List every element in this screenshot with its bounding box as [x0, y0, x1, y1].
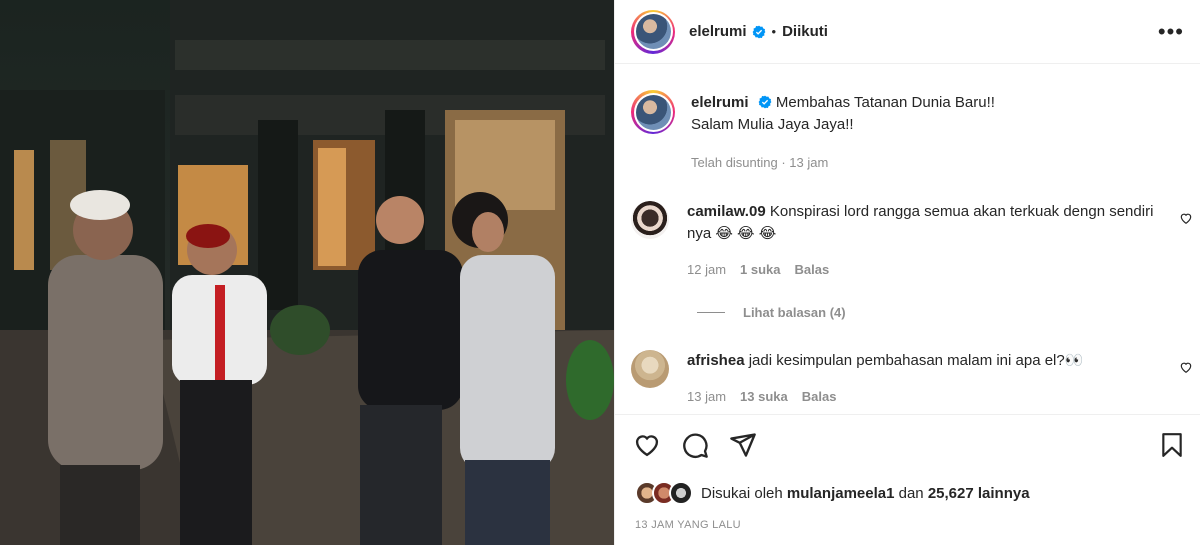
more-options-icon[interactable]: •••: [1158, 20, 1184, 42]
comment-like-heart-icon[interactable]: [1179, 211, 1193, 230]
separator-dot: •: [771, 24, 777, 39]
comment-time: 13 jam: [687, 389, 727, 404]
heart-icon[interactable]: [633, 431, 661, 464]
caption-meta: Telah disunting · 13 jam: [691, 155, 829, 170]
comment-icon[interactable]: [681, 431, 709, 464]
caption-line-2: Salam Mulia Jaya Jaya!!: [691, 116, 854, 133]
likes-count[interactable]: 25,627 lainnya: [928, 485, 1030, 502]
likes-prefix: Disukai oleh: [701, 484, 783, 502]
commenter-avatar[interactable]: [631, 350, 669, 388]
likes-joiner: dan: [898, 484, 924, 502]
verified-badge-icon: [752, 25, 766, 39]
comment-like-heart-icon[interactable]: [1179, 360, 1193, 379]
follow-status-button[interactable]: Diikuti: [782, 23, 828, 40]
comment-row: afrishea jadi kesimpulan pembahasan mala…: [631, 350, 1193, 408]
avatar-inner: [633, 92, 673, 132]
caption-username[interactable]: elelrumi: [691, 94, 749, 111]
bookmark-icon[interactable]: [1159, 431, 1185, 464]
post-header: elelrumi • Diikuti •••: [615, 0, 1200, 64]
view-replies-button[interactable]: Lihat balasan (4): [697, 305, 846, 320]
photo-scene: [0, 0, 614, 545]
comment-row: camilaw.09 Konspirasi lord rangga semua …: [631, 201, 1193, 281]
caption-line-1: Membahas Tatanan Dunia Baru!!: [775, 94, 995, 111]
verified-badge-icon: [758, 95, 772, 109]
comment-likes[interactable]: 13 suka: [740, 386, 788, 408]
commenter-avatar[interactable]: [631, 201, 669, 239]
liker-username[interactable]: mulanjameela1: [787, 485, 895, 502]
caption-avatar[interactable]: [631, 90, 675, 134]
liker-avatars: [635, 481, 693, 505]
comment-text: jadi kesimpulan pembahasan malam ini apa…: [748, 352, 1084, 369]
avatar-image: [635, 94, 671, 130]
instagram-post: elelrumi • Diikuti ••• elelrumi Membahas…: [0, 0, 1200, 545]
author-username[interactable]: elelrumi: [689, 23, 747, 40]
avatar-inner: [633, 12, 673, 51]
view-replies-label: Lihat balasan (4): [743, 305, 846, 320]
action-icons: [633, 431, 757, 464]
commenter-username[interactable]: afrishea: [687, 352, 745, 369]
comment-body: camilaw.09 Konspirasi lord rangga semua …: [687, 201, 1157, 281]
comments-section: elelrumi Membahas Tatanan Dunia Baru!! S…: [615, 64, 1200, 414]
share-icon[interactable]: [729, 431, 757, 464]
liker-avatar: [669, 481, 693, 505]
avatar-image: [635, 14, 671, 49]
post-photo[interactable]: [0, 0, 614, 545]
post-actions: Disukai oleh mulanjameela1 dan 25,627 la…: [615, 414, 1200, 546]
caption-row: elelrumi Membahas Tatanan Dunia Baru!! S…: [631, 90, 1191, 174]
reply-button[interactable]: Balas: [795, 259, 830, 281]
replies-line: [697, 312, 725, 313]
comment-time: 12 jam: [687, 262, 727, 277]
likes-summary: Disukai oleh mulanjameela1 dan 25,627 la…: [635, 481, 1030, 505]
post-time-ago: 13 JAM YANG LALU: [635, 519, 741, 531]
author-avatar[interactable]: [631, 9, 675, 54]
commenter-username[interactable]: camilaw.09: [687, 203, 766, 220]
post-side-panel: elelrumi • Diikuti ••• elelrumi Membahas…: [614, 0, 1200, 545]
comment-body: afrishea jadi kesimpulan pembahasan mala…: [687, 350, 1157, 408]
caption-body: elelrumi Membahas Tatanan Dunia Baru!! S…: [691, 90, 1161, 174]
comment-meta: 12 jam 1 suka Balas: [687, 259, 1157, 281]
reply-button[interactable]: Balas: [802, 386, 837, 408]
comment-likes[interactable]: 1 suka: [740, 259, 780, 281]
comment-meta: 13 jam 13 suka Balas: [687, 386, 1157, 408]
